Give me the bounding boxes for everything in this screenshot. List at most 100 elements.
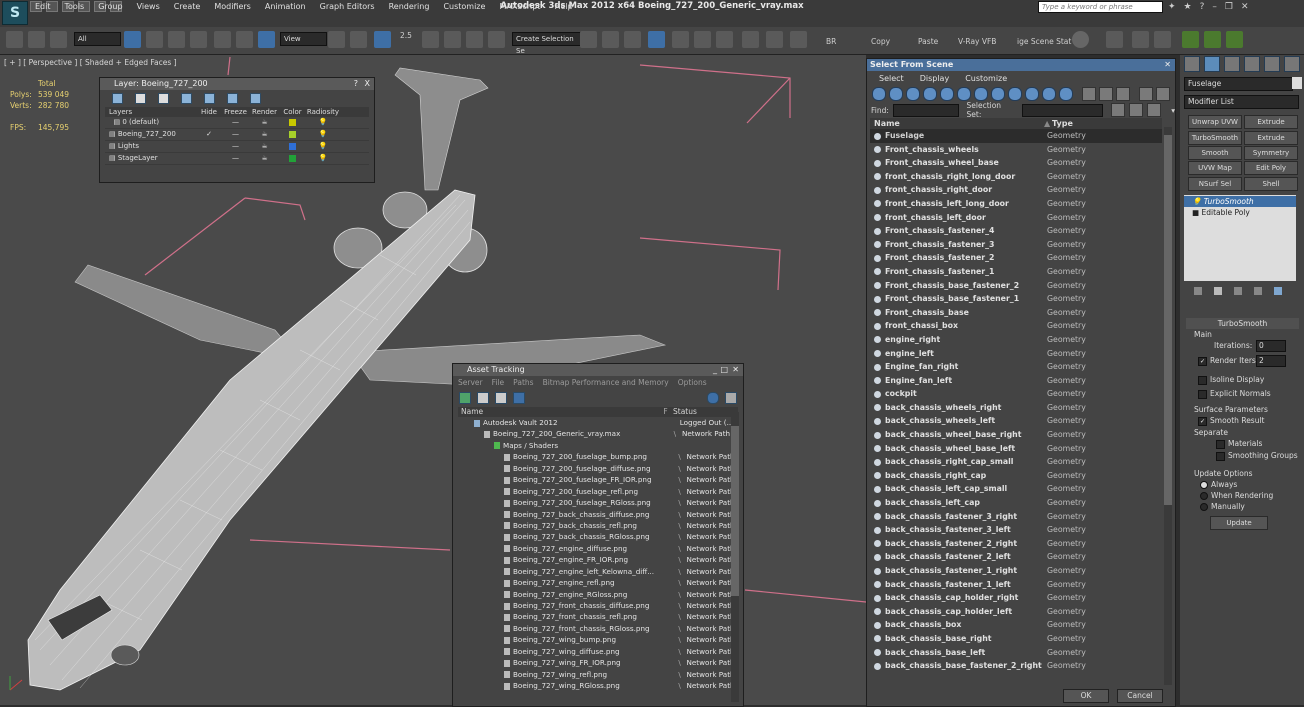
col-hide[interactable]: Hide xyxy=(197,107,221,117)
motion-tab-icon[interactable] xyxy=(1244,56,1260,72)
scene-object-row[interactable]: front_chassi_box Geometry xyxy=(870,319,1162,333)
render-production-icon[interactable] xyxy=(790,31,807,48)
reference-coordinate-combo[interactable]: View xyxy=(280,32,327,46)
layer-name[interactable]: ▤ 0 (default) xyxy=(105,117,197,128)
toolbar-br-label[interactable]: BR xyxy=(826,37,836,46)
maximize-icon[interactable]: □ xyxy=(720,364,728,376)
graphite-modeling-icon[interactable] xyxy=(648,31,665,48)
scene-object-row[interactable]: back_chassis_fastener_1_right Geometry xyxy=(870,564,1162,578)
explicit-normals-option[interactable]: Explicit Normals xyxy=(1198,389,1271,399)
mirror-icon[interactable] xyxy=(580,31,597,48)
modifier-list-dropdown[interactable]: Modifier List xyxy=(1184,95,1299,109)
scene-object-row[interactable]: Front_chassis_fastener_3 Geometry xyxy=(870,238,1162,252)
filter-xrefs-icon[interactable] xyxy=(991,87,1005,101)
spinner-snap-icon[interactable] xyxy=(466,31,483,48)
menu-maxscript[interactable]: MAXScript xyxy=(499,2,540,11)
scene-object-row[interactable]: Front_chassis_wheel_base Geometry xyxy=(870,156,1162,170)
asset-row[interactable]: Boeing_727_front_chassis_diffuse.png \ Net… xyxy=(458,600,738,611)
layer-radiosity-icon[interactable]: 💡 xyxy=(306,129,340,140)
scene-object-row[interactable]: back_chassis_wheel_base_right Geometry xyxy=(870,428,1162,442)
select-and-link-icon[interactable] xyxy=(6,31,23,48)
bind-space-warp-icon[interactable] xyxy=(50,31,67,48)
select-all-icon[interactable] xyxy=(1111,103,1126,117)
scene-object-row[interactable]: back_chassis_right_cap Geometry xyxy=(870,469,1162,483)
asset-row[interactable]: Boeing_727_engine_refl.png \ Network Path xyxy=(458,577,738,588)
smooth-result-checkbox[interactable]: ✓ xyxy=(1198,416,1207,426)
materials-checkbox[interactable] xyxy=(1216,439,1225,449)
options-icon[interactable] xyxy=(725,392,737,404)
filter-funnel-icon[interactable] xyxy=(1139,87,1153,101)
scene-object-row[interactable]: Front_chassis_base Geometry xyxy=(870,306,1162,320)
asset-row[interactable]: Boeing_727_engine_diffuse.png \ Network Pa… xyxy=(458,543,738,554)
asset-menu-paths[interactable]: Paths xyxy=(513,376,533,389)
select-from-scene-titlebar[interactable]: Select From Scene ✕ xyxy=(867,59,1175,71)
viewport-label[interactable]: [ + ] [ Perspective ] [ Shaded + Edged F… xyxy=(4,58,177,67)
layer-hide-toggle[interactable] xyxy=(197,153,221,164)
hide-all-layers-icon[interactable] xyxy=(227,93,238,104)
scene-object-row[interactable]: Front_chassis_fastener_1 Geometry xyxy=(870,265,1162,279)
menu-create[interactable]: Create xyxy=(174,2,201,11)
show-end-result-icon[interactable] xyxy=(1214,287,1222,295)
turbosmooth-rollout-header[interactable]: TurboSmooth xyxy=(1186,318,1299,329)
help-icon[interactable] xyxy=(707,392,719,404)
menu-tools[interactable]: Tools xyxy=(65,2,85,11)
scene-object-row[interactable]: back_chassis_base_left Geometry xyxy=(870,646,1162,660)
scene-object-row[interactable]: Engine_fan_left Geometry xyxy=(870,374,1162,388)
scene-object-row[interactable]: back_chassis_fastener_2_right Geometry xyxy=(870,537,1162,551)
layer-row[interactable]: ▤ Lights — ☕ 💡 xyxy=(105,141,369,153)
extrude-button[interactable]: Extrude xyxy=(1244,115,1298,129)
asset-row[interactable]: Boeing_727_200_fuselage_diffuse.png \ Netw… xyxy=(458,463,738,474)
menu-views[interactable]: Views xyxy=(137,2,160,11)
display-tab-icon[interactable] xyxy=(1264,56,1280,72)
select-layer-objects-icon[interactable] xyxy=(181,93,192,104)
object-name-field[interactable]: Fuselage xyxy=(1184,77,1293,91)
scale-icon[interactable] xyxy=(258,31,275,48)
rectangular-selection-icon[interactable] xyxy=(168,31,185,48)
hierarchy-tab-icon[interactable] xyxy=(1224,56,1240,72)
asset-menu-bitmap-performance-and-memory[interactable]: Bitmap Performance and Memory xyxy=(543,376,669,389)
scene-object-row[interactable]: back_chassis_fastener_1_left Geometry xyxy=(870,578,1162,592)
layer-color-swatch[interactable] xyxy=(279,153,306,164)
menu-animation[interactable]: Animation xyxy=(265,2,306,11)
favorites-icon[interactable]: ★ xyxy=(1184,2,1192,12)
filter-spacewarps-icon[interactable] xyxy=(957,87,971,101)
cancel-button[interactable]: Cancel xyxy=(1117,689,1163,703)
select-invert-icon[interactable] xyxy=(1147,103,1162,117)
remove-modifier-icon[interactable] xyxy=(1254,287,1262,295)
filter-containers-icon[interactable] xyxy=(1025,87,1039,101)
filter-settings-icon[interactable] xyxy=(1156,87,1170,101)
scene-object-row[interactable]: back_chassis_fastener_3_right Geometry xyxy=(870,510,1162,524)
asset-menu-server[interactable]: Server xyxy=(458,376,483,389)
isoline-display-option[interactable]: Isoline Display xyxy=(1198,375,1264,385)
layer-radiosity-icon[interactable]: 💡 xyxy=(306,141,340,152)
nsurf-sel-button[interactable]: NSurf Sel xyxy=(1188,177,1242,191)
layer-name[interactable]: ▤ Lights xyxy=(105,141,197,152)
scene-object-row[interactable]: front_chassis_right_long_door Geometry xyxy=(870,170,1162,184)
asset-row[interactable]: Boeing_727_wing_bump.png \ Network Path xyxy=(458,634,738,645)
layer-freeze-toggle[interactable]: — xyxy=(221,117,250,128)
minimize-icon[interactable]: _ xyxy=(713,364,717,376)
snaps-toggle-label[interactable]: 2.5 xyxy=(400,31,412,40)
scene-object-row[interactable]: back_chassis_left_cap Geometry xyxy=(870,496,1162,510)
unwrap-uvw-button[interactable]: Unwrap UVW xyxy=(1188,115,1242,129)
manually-option[interactable]: Manually xyxy=(1200,502,1245,511)
ok-button[interactable]: OK xyxy=(1063,689,1109,703)
window-crossing-icon[interactable] xyxy=(190,31,207,48)
scene-object-row[interactable]: front_chassis_right_door Geometry xyxy=(870,183,1162,197)
asset-row[interactable]: Autodesk Vault 2012 Logged Out (... xyxy=(458,417,738,428)
col-freeze[interactable]: Freeze xyxy=(221,107,250,117)
layer-hide-toggle[interactable] xyxy=(197,117,221,128)
material-editor-icon[interactable] xyxy=(716,31,733,48)
asset-row[interactable]: Boeing_727_200_fuselage_refl.png \ Network… xyxy=(458,486,738,497)
filter-cameras-icon[interactable] xyxy=(923,87,937,101)
menu-modifiers[interactable]: Modifiers xyxy=(214,2,251,11)
asset-row[interactable]: Boeing_727_engine_left_Kelowna_diff... \ N… xyxy=(458,566,738,577)
menu-rendering[interactable]: Rendering xyxy=(389,2,430,11)
scene-object-row[interactable]: Front_chassis_base_fastener_1 Geometry xyxy=(870,292,1162,306)
menu-edit[interactable]: Edit xyxy=(35,2,51,11)
help-icon[interactable]: ? xyxy=(354,78,358,90)
scene-stats-button[interactable]: ige Scene Stat xyxy=(1017,37,1071,46)
minimize-icon[interactable]: – xyxy=(1212,2,1217,12)
smooth-button[interactable]: Smooth xyxy=(1188,146,1242,160)
help-icon[interactable]: ? xyxy=(1200,2,1205,12)
